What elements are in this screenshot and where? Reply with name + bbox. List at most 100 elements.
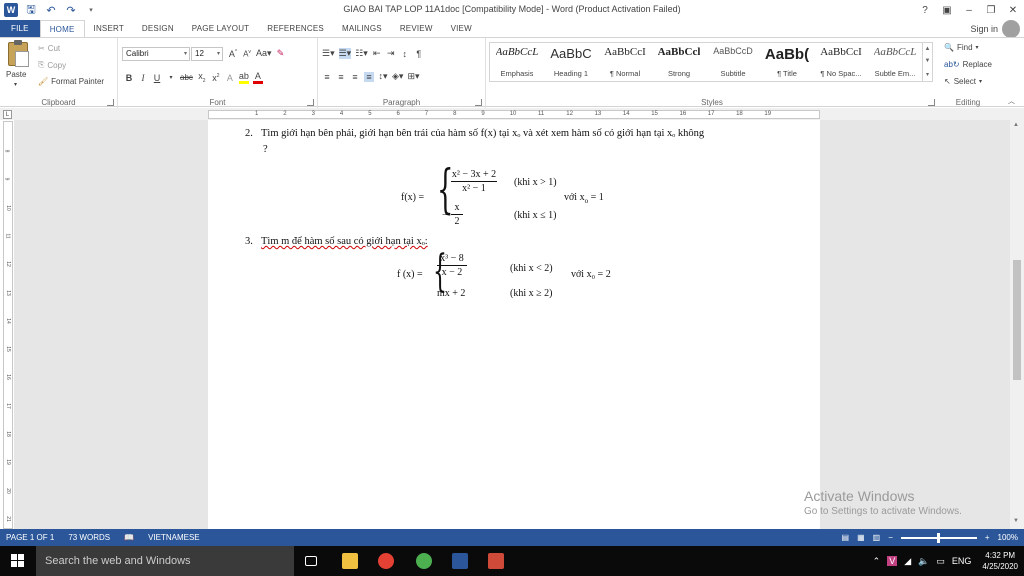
align-center-icon[interactable]: ≡ bbox=[336, 72, 346, 82]
styles-gallery-scroll[interactable]: ▲ ▼ ▾ bbox=[923, 42, 933, 82]
align-left-icon[interactable]: ≡ bbox=[322, 72, 332, 82]
customize-qat-icon[interactable]: ▾ bbox=[84, 3, 98, 17]
tab-view[interactable]: VIEW bbox=[442, 20, 481, 38]
start-button[interactable] bbox=[0, 546, 36, 576]
shading-icon[interactable]: ◈▾ bbox=[392, 71, 403, 82]
style-title[interactable]: AaBb( ¶ Title bbox=[760, 43, 814, 81]
tab-selector[interactable]: L bbox=[3, 110, 12, 119]
underline-icon[interactable]: U bbox=[152, 73, 162, 83]
antivirus-icon[interactable]: V bbox=[887, 556, 898, 566]
network-icon[interactable]: ◢ bbox=[904, 556, 911, 567]
text-effects-icon[interactable]: A bbox=[225, 73, 235, 83]
copy-button[interactable]: ⎘ Copy bbox=[38, 60, 66, 70]
shrink-font-icon[interactable]: Av bbox=[242, 49, 252, 59]
more-icon[interactable]: ▾ bbox=[926, 71, 929, 78]
strikethrough-icon[interactable]: abc bbox=[180, 73, 193, 82]
tab-mailings[interactable]: MAILINGS bbox=[333, 20, 391, 38]
zoom-slider[interactable] bbox=[900, 532, 977, 543]
increase-indent-icon[interactable]: ⇥ bbox=[386, 48, 396, 59]
language-indicator-tray[interactable]: ENG bbox=[952, 556, 972, 566]
app-2-icon[interactable] bbox=[488, 553, 504, 569]
read-mode-icon[interactable]: ▤ bbox=[842, 533, 850, 542]
scrollbar-thumb[interactable] bbox=[1013, 260, 1021, 380]
chevron-up-icon[interactable]: ▲ bbox=[1013, 122, 1019, 128]
align-right-icon[interactable]: ≡ bbox=[350, 72, 360, 82]
style-subtle-emphasis[interactable]: AaBbCcL Subtle Em... bbox=[868, 43, 922, 81]
style-no-spacing[interactable]: AaBbCcI ¶ No Spac... bbox=[814, 43, 868, 81]
minimize-button[interactable]: – bbox=[958, 0, 980, 20]
web-layout-icon[interactable]: ▥ bbox=[873, 533, 881, 542]
taskbar-search[interactable]: Search the web and Windows bbox=[36, 546, 294, 576]
subscript-icon[interactable]: x2 bbox=[197, 71, 207, 84]
tab-file[interactable]: FILE bbox=[0, 20, 40, 38]
chevron-up-icon[interactable]: ▲ bbox=[925, 46, 931, 52]
style-subtitle[interactable]: AaBbCcD Subtitle bbox=[706, 43, 760, 81]
zoom-level[interactable]: 100% bbox=[998, 533, 1018, 542]
chrome-icon[interactable] bbox=[378, 553, 394, 569]
tab-review[interactable]: REVIEW bbox=[391, 20, 442, 38]
app-icon[interactable] bbox=[416, 553, 432, 569]
close-button[interactable]: ✕ bbox=[1002, 0, 1024, 20]
multilevel-list-icon[interactable]: ☷▾ bbox=[355, 48, 368, 59]
font-launcher-icon[interactable] bbox=[307, 99, 314, 106]
redo-icon[interactable]: ↷ bbox=[64, 3, 78, 17]
tab-insert[interactable]: INSERT bbox=[85, 20, 133, 38]
show-hidden-icon[interactable]: ⌃ bbox=[873, 556, 881, 567]
find-button[interactable]: 🔍 Find ▾ bbox=[944, 43, 979, 52]
document-page[interactable]: 2. Tìm giới hạn bên phải, giới hạn bên tr… bbox=[208, 120, 820, 529]
grow-font-icon[interactable]: A^ bbox=[228, 49, 238, 59]
word-taskbar-icon[interactable] bbox=[452, 553, 468, 569]
numbering-icon[interactable]: ☰▾ bbox=[338, 48, 352, 59]
format-painter-button[interactable]: 🖌 Format Painter bbox=[38, 77, 104, 86]
style-strong[interactable]: AaBbCcl Strong bbox=[652, 43, 706, 81]
justify-icon[interactable]: ≡ bbox=[364, 71, 374, 82]
collapse-ribbon-icon[interactable]: ︿ bbox=[1008, 96, 1015, 106]
tab-home[interactable]: HOME bbox=[39, 20, 85, 38]
superscript-icon[interactable]: x2 bbox=[211, 73, 221, 83]
volume-icon[interactable]: 🔈 bbox=[918, 556, 929, 567]
bold-icon[interactable]: B bbox=[124, 73, 134, 83]
proofing-icon[interactable]: 📖 bbox=[124, 533, 134, 542]
ribbon-display-button[interactable]: ▣ bbox=[936, 0, 958, 20]
save-icon[interactable]: 🖫 bbox=[24, 3, 38, 17]
clipboard-launcher-icon[interactable] bbox=[107, 99, 114, 106]
language-indicator[interactable]: VIETNAMESE bbox=[148, 533, 200, 542]
paragraph-launcher-icon[interactable] bbox=[475, 99, 482, 106]
font-size-select[interactable]: 12 ▾ bbox=[191, 47, 223, 61]
font-color-icon[interactable]: A bbox=[252, 71, 263, 84]
notifications-icon[interactable]: ▭ bbox=[936, 556, 945, 567]
chevron-down-icon[interactable]: ▼ bbox=[925, 58, 931, 64]
pilcrow-icon[interactable]: ¶ bbox=[414, 49, 424, 59]
restore-button[interactable]: ❐ bbox=[980, 0, 1002, 20]
page-count[interactable]: PAGE 1 OF 1 bbox=[6, 533, 54, 542]
undo-icon[interactable]: ↶ bbox=[44, 3, 58, 17]
styles-launcher-icon[interactable] bbox=[928, 99, 935, 106]
word-logo-icon[interactable]: W bbox=[4, 3, 18, 17]
italic-icon[interactable]: I bbox=[138, 73, 148, 83]
tab-page-layout[interactable]: PAGE LAYOUT bbox=[183, 20, 258, 38]
help-button[interactable]: ? bbox=[914, 0, 936, 20]
change-case-icon[interactable]: Aa▾ bbox=[256, 48, 272, 59]
line-spacing-icon[interactable]: ↕▾ bbox=[378, 71, 388, 82]
borders-icon[interactable]: ⊞▾ bbox=[407, 71, 419, 82]
style-normal[interactable]: AaBbCcI ¶ Normal bbox=[598, 43, 652, 81]
file-explorer-icon[interactable] bbox=[342, 553, 358, 569]
decrease-indent-icon[interactable]: ⇤ bbox=[372, 48, 382, 59]
style-heading-1[interactable]: AaBbC Heading 1 bbox=[544, 43, 598, 81]
horizontal-ruler[interactable]: 1 2 3 4 5 6 7 8 9 10 11 12 13 14 15 16 17 18 19 bbox=[208, 110, 820, 119]
select-button[interactable]: ↖ Select ▾ bbox=[944, 77, 982, 86]
chevron-down-icon[interactable]: ▼ bbox=[1013, 518, 1019, 524]
cut-button[interactable]: ✂ Cut bbox=[38, 44, 60, 53]
dropdown-icon[interactable]: ▾ bbox=[166, 74, 176, 81]
style-emphasis[interactable]: AaBbCcL Emphasis bbox=[490, 43, 544, 81]
sort-icon[interactable]: ↕ bbox=[400, 49, 410, 59]
clock[interactable]: 4:32 PM 4/25/2020 bbox=[982, 550, 1018, 572]
vertical-ruler[interactable]: 8 9 10 11 12 13 14 15 16 17 18 19 20 21 bbox=[3, 121, 13, 529]
highlight-icon[interactable]: ab bbox=[238, 71, 249, 84]
replace-button[interactable]: ab↻ Replace bbox=[944, 60, 992, 69]
zoom-in-icon[interactable]: + bbox=[985, 533, 990, 542]
tab-references[interactable]: REFERENCES bbox=[258, 20, 333, 38]
print-layout-icon[interactable]: ▦ bbox=[857, 533, 865, 542]
word-count[interactable]: 73 WORDS bbox=[68, 533, 110, 542]
bullets-icon[interactable]: ☰▾ bbox=[322, 48, 335, 59]
